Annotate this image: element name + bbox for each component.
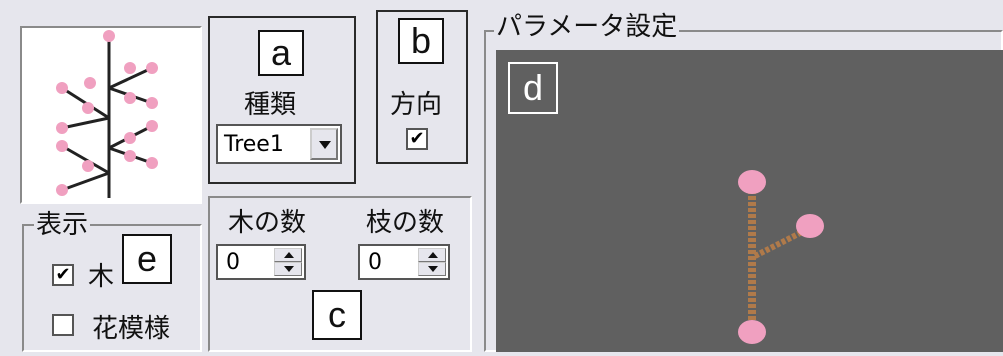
marker-c: c (312, 290, 362, 340)
tree-count-down-button[interactable] (274, 262, 302, 276)
marker-d: d (508, 62, 558, 114)
tree-count-label: 木の数 (228, 208, 307, 238)
marker-a: a (258, 30, 304, 76)
tree-type-value: Tree1 (224, 132, 284, 157)
tree-count-stepper[interactable]: 0 (216, 244, 306, 280)
type-label: 種類 (244, 90, 297, 120)
chevron-down-icon[interactable] (310, 128, 338, 160)
tree-preview (20, 26, 202, 204)
branch-count-up-button[interactable] (418, 248, 446, 262)
marker-e: e (122, 234, 172, 284)
direction-checkbox[interactable]: ✔ (406, 128, 428, 150)
tree-render (738, 170, 824, 344)
tree-preview-icon (56, 30, 158, 198)
branch-count-down-button[interactable] (418, 262, 446, 276)
tree-canvas[interactable]: d (496, 50, 1003, 352)
tree-type-select[interactable]: Tree1 (216, 124, 342, 164)
display-legend: 表示 (34, 210, 91, 240)
direction-label: 方向 (390, 90, 443, 120)
flower-pattern-label: 花模様 (92, 314, 171, 344)
branch-count-value: 0 (368, 250, 382, 275)
marker-b: b (398, 18, 444, 64)
branch-count-label: 枝の数 (366, 208, 445, 238)
tree-count-up-button[interactable] (274, 248, 302, 262)
checkmark-icon: ✔ (55, 264, 71, 285)
tree-display-checkbox[interactable]: ✔ (52, 264, 74, 286)
flower-pattern-checkbox[interactable] (52, 314, 74, 336)
params-legend: パラメータ設定 (494, 12, 680, 42)
branch-count-stepper[interactable]: 0 (358, 244, 450, 280)
checkmark-icon: ✔ (409, 128, 425, 149)
tree-count-value: 0 (226, 250, 240, 275)
tree-display-label: 木 (88, 262, 115, 292)
